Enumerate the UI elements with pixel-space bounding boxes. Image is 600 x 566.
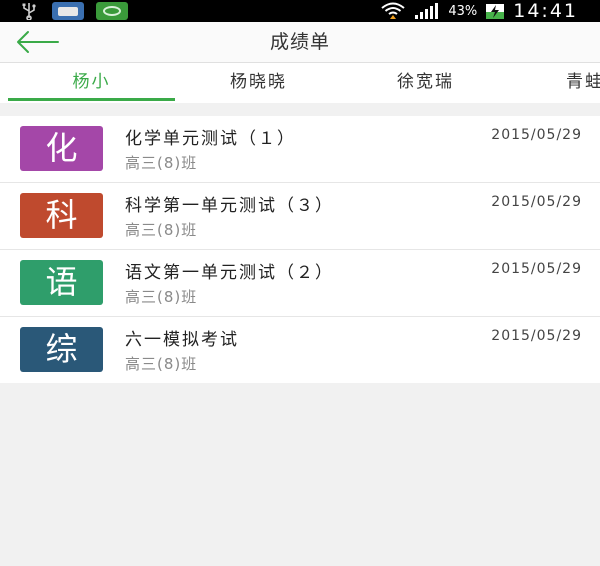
- class-name: 高三(8)班: [125, 154, 198, 172]
- active-tab-indicator: [8, 98, 175, 101]
- list-item[interactable]: 综 六一模拟考试 高三(8)班 2015/05/29: [0, 317, 600, 383]
- exam-list: 化 化学单元测试（１） 高三(8)班 2015/05/29 科 科学第一单元测试…: [0, 116, 600, 383]
- clock: 14:41: [513, 0, 578, 22]
- class-name: 高三(8)班: [125, 288, 198, 306]
- battery-percent: 43%: [448, 3, 478, 19]
- exam-title: 六一模拟考试: [125, 330, 239, 350]
- page-title: 成绩单: [269, 31, 330, 53]
- signal-icon: [415, 3, 439, 19]
- app-header: 成绩单: [0, 22, 600, 63]
- student-tabs: 杨小 杨晓晓 徐宽瑞 青蛙: [0, 63, 600, 103]
- status-bar: 43% 14:41: [0, 0, 600, 22]
- wechat-notification-icon: [96, 2, 128, 20]
- class-name: 高三(8)班: [125, 221, 198, 239]
- exam-date: 2015/05/29: [491, 261, 582, 277]
- exam-date: 2015/05/29: [491, 328, 582, 344]
- list-item[interactable]: 科 科学第一单元测试（３） 高三(8)班 2015/05/29: [0, 183, 600, 250]
- subject-badge: 科: [20, 193, 103, 238]
- exam-title: 化学单元测试（１）: [125, 129, 296, 149]
- list-item[interactable]: 语 语文第一单元测试（２） 高三(8)班 2015/05/29: [0, 250, 600, 317]
- tab-student-2[interactable]: 杨晓晓: [175, 63, 342, 101]
- notification-icons: [18, 2, 128, 20]
- exam-date: 2015/05/29: [491, 127, 582, 143]
- exam-title: 科学第一单元测试（３）: [125, 196, 334, 216]
- exam-title: 语文第一单元测试（２）: [125, 263, 334, 283]
- list-item[interactable]: 化 化学单元测试（１） 高三(8)班 2015/05/29: [0, 116, 600, 183]
- subject-badge: 综: [20, 327, 103, 372]
- system-status: 43% 14:41: [380, 0, 578, 22]
- exam-date: 2015/05/29: [491, 194, 582, 210]
- tab-student-3[interactable]: 徐宽瑞: [342, 63, 509, 101]
- app-notification-icon: [52, 2, 84, 20]
- usb-icon: [22, 3, 36, 20]
- arrow-left-icon[interactable]: [14, 28, 62, 56]
- class-name: 高三(8)班: [125, 355, 198, 373]
- subject-badge: 化: [20, 126, 103, 171]
- battery-charging-icon: [486, 4, 505, 19]
- subject-badge: 语: [20, 260, 103, 305]
- tab-student-4[interactable]: 青蛙: [566, 63, 600, 101]
- tab-student-1[interactable]: 杨小: [8, 63, 175, 101]
- wifi-icon: [381, 2, 405, 19]
